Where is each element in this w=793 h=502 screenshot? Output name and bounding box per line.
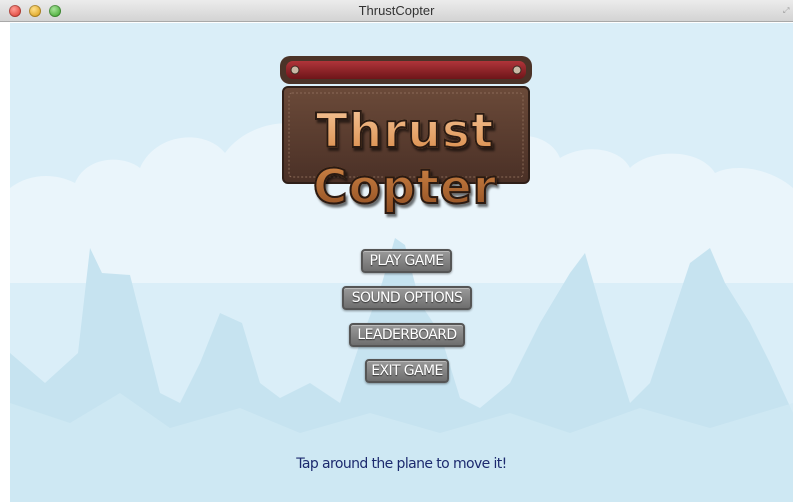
leaderboard-button[interactable]: LEADERBOARD <box>349 323 465 347</box>
app-window: ThrustCopter ⤢ Thrust Copter PLAY GAME S… <box>0 0 793 502</box>
fullscreen-icon[interactable]: ⤢ <box>783 7 791 15</box>
play-game-button[interactable]: PLAY GAME <box>361 249 452 273</box>
window-title: ThrustCopter <box>358 3 435 18</box>
game-logo: Thrust Copter <box>220 56 590 216</box>
exit-game-button[interactable]: EXIT GAME <box>365 359 449 383</box>
game-viewport[interactable]: Thrust Copter PLAY GAME SOUND OPTIONS LE… <box>10 23 793 502</box>
sound-options-button[interactable]: SOUND OPTIONS <box>342 286 472 310</box>
logo-title: Thrust Copter <box>220 103 590 216</box>
hint-text: Tap around the plane to move it! <box>296 456 507 472</box>
title-bar[interactable]: ThrustCopter ⤢ <box>0 0 793 22</box>
